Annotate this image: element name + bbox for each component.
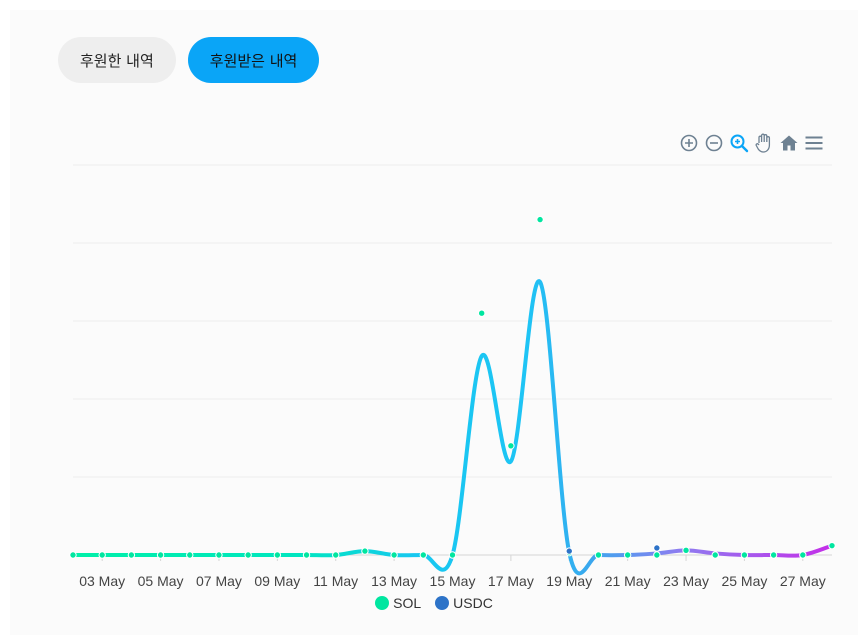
- data-point-sol: [740, 551, 749, 559]
- line-chart: 03 May 05 May 07 May 09 May 11 May 13 May 15 M…: [69, 164, 836, 589]
- data-point-sol: [186, 551, 194, 559]
- data-point-sol: [332, 551, 340, 559]
- x-tick-label: 13 May: [371, 573, 417, 589]
- x-tick-label: 17 May: [488, 573, 534, 589]
- data-point-sol: [507, 442, 515, 450]
- data-point-sol: [769, 551, 778, 559]
- data-point-usdc: [653, 544, 661, 552]
- data-point-sol: [419, 551, 428, 559]
- data-point-sol: [682, 546, 690, 555]
- data-point-sol: [536, 215, 544, 224]
- x-tick-label: 25 May: [721, 573, 767, 589]
- x-tick-label: 19 May: [546, 573, 592, 589]
- data-point-sol: [127, 551, 136, 559]
- data-point-sol: [273, 551, 282, 559]
- data-point-sol: [156, 551, 165, 559]
- x-tick-label: 11 May: [313, 573, 358, 589]
- x-tick-label: 09 May: [254, 573, 300, 589]
- data-point-sol: [361, 547, 369, 555]
- chart-legend: SOL USDC: [0, 595, 868, 611]
- data-point-sol: [477, 309, 486, 317]
- legend-label-usdc: USDC: [453, 595, 493, 611]
- legend-item-usdc[interactable]: USDC: [435, 595, 493, 611]
- data-point-sol: [302, 551, 311, 559]
- x-tick-label: 23 May: [663, 573, 709, 589]
- data-point-sol: [244, 551, 252, 559]
- data-point-sol: [98, 551, 106, 559]
- legend-marker-usdc: [435, 596, 450, 610]
- data-point-sol: [594, 551, 603, 559]
- series-line-sol: [71, 279, 834, 576]
- data-point-sol: [215, 551, 223, 559]
- x-tick-label: 15 May: [430, 573, 476, 589]
- x-tick-label: 07 May: [196, 573, 242, 589]
- legend-marker-sol: [375, 596, 390, 610]
- x-tick-label: 27 May: [780, 573, 826, 589]
- legend-item-sol[interactable]: SOL: [375, 595, 421, 611]
- data-point-sol: [828, 541, 836, 550]
- data-point-sol: [69, 551, 77, 559]
- data-point-sol: [799, 551, 807, 559]
- x-tick-label: 03 May: [79, 573, 125, 589]
- data-point-sol: [448, 551, 457, 559]
- x-tick-label: 21 May: [605, 573, 651, 589]
- data-point-sol: [623, 551, 632, 559]
- legend-label-sol: SOL: [393, 595, 422, 611]
- data-point-sol: [711, 551, 719, 559]
- data-point-sol: [390, 551, 398, 559]
- data-point-sol: [653, 551, 661, 559]
- data-point-usdc: [565, 547, 573, 555]
- x-tick-label: 05 May: [138, 573, 184, 589]
